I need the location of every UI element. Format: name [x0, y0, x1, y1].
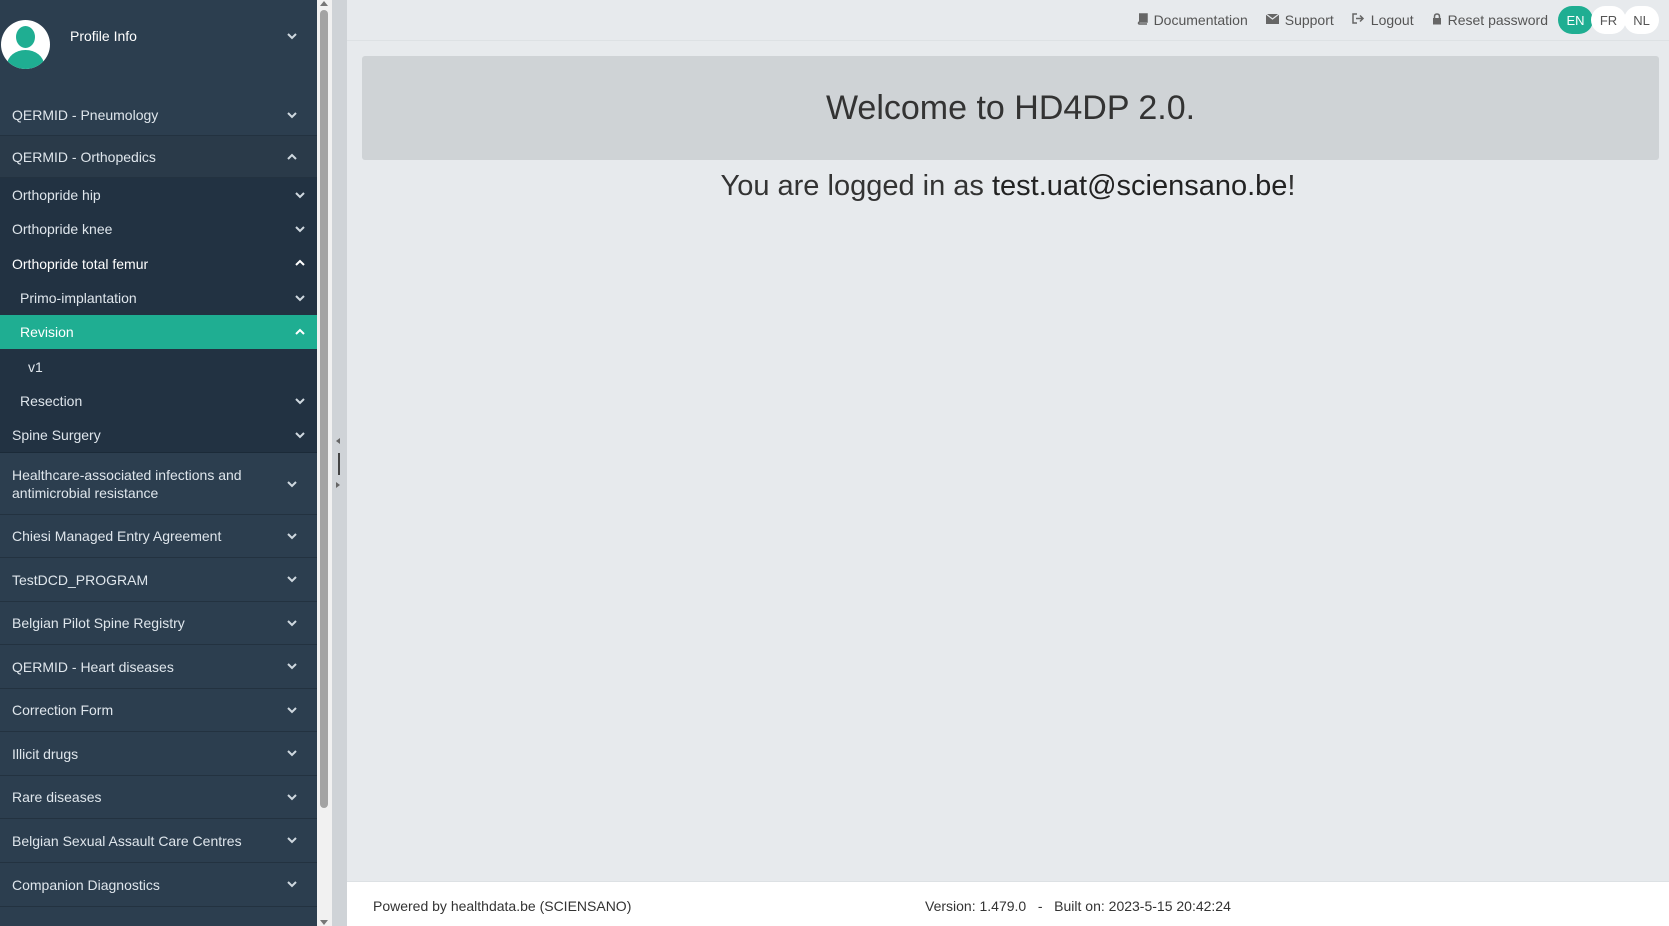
sidebar-item-sexual-assault-care[interactable]: Belgian Sexual Assault Care Centres [0, 819, 317, 863]
reset-password-link[interactable]: Reset password [1432, 12, 1548, 28]
sidebar-item-label: Illicit drugs [12, 745, 79, 762]
chevron-down-icon [287, 618, 297, 628]
welcome-title: Welcome to HD4DP 2.0. [825, 88, 1196, 127]
profile-header[interactable]: Profile Info [0, 0, 317, 94]
sidebar-item-correction-form[interactable]: Correction Form [0, 689, 317, 732]
reset-password-label: Reset password [1447, 12, 1548, 28]
sidebar-item-belgian-pilot-spine[interactable]: Belgian Pilot Spine Registry [0, 602, 317, 645]
sidebar-item-chiesi[interactable]: Chiesi Managed Entry Agreement [0, 515, 317, 558]
sidebar-item-healthcare-infections[interactable]: Healthcare-associated infections and ant… [0, 453, 317, 515]
sidebar-item-label: QERMID - Orthopedics [12, 148, 156, 165]
sidebar-item-label: Primo-implantation [20, 290, 137, 306]
sidebar-item-heart-diseases[interactable]: QERMID - Heart diseases [0, 645, 317, 689]
sidebar-item-label: Rare diseases [12, 789, 102, 805]
logout-label: Logout [1370, 12, 1414, 28]
logged-in-suffix: ! [1287, 170, 1296, 202]
chevron-up-icon [295, 327, 305, 337]
chevron-down-icon [295, 430, 305, 440]
logged-in-message: You are logged in as test.uat@sciensano.… [347, 170, 1669, 203]
welcome-banner: Welcome to HD4DP 2.0. [362, 56, 1659, 160]
lang-nl-button[interactable]: NL [1624, 6, 1659, 34]
chevron-down-icon [295, 396, 305, 406]
support-link[interactable]: Support [1265, 12, 1334, 28]
sidebar-item-pneumology[interactable]: QERMID - Pneumology [0, 94, 317, 136]
sidebar-item-label: QERMID - Pneumology [12, 106, 159, 123]
chevron-down-icon [287, 661, 297, 671]
chevron-down-icon [295, 224, 305, 234]
sidebar-item-label: Belgian Sexual Assault Care Centres [12, 832, 242, 849]
sidebar-item-label: Orthopride knee [12, 221, 113, 237]
sidebar-item-orthopride-hip[interactable]: Orthopride hip [0, 178, 317, 212]
chevron-up-icon [295, 258, 305, 268]
sidebar-item-label: TestDCD_PROGRAM [12, 571, 149, 588]
envelope-icon [1265, 13, 1280, 27]
chevron-down-icon [287, 479, 297, 489]
chevron-down-icon [287, 110, 297, 120]
sidebar-item-label: Belgian Pilot Spine Registry [12, 615, 185, 631]
chevron-down-icon [287, 531, 297, 541]
lock-icon [1432, 12, 1442, 28]
logout-link[interactable]: Logout [1352, 12, 1414, 28]
lang-en-button[interactable]: EN [1558, 6, 1593, 34]
sidebar-item-label: Healthcare-associated infections and ant… [12, 466, 242, 501]
user-email: test.uat@sciensano.be [991, 170, 1288, 202]
sidebar-item-label: Orthopride total femur [12, 255, 149, 272]
avatar [1, 20, 50, 69]
sidebar-item-orthopride-total-femur[interactable]: Orthopride total femur [0, 246, 317, 281]
scroll-up-arrow-icon[interactable] [320, 1, 328, 6]
expand-right-icon [336, 482, 340, 488]
sidebar-item-label: Chiesi Managed Entry Agreement [12, 528, 222, 544]
sidebar-item-label: Correction Form [12, 702, 114, 718]
sign-out-icon [1352, 13, 1365, 27]
sidebar-resize-handle[interactable] [332, 0, 347, 926]
scroll-down-arrow-icon[interactable] [320, 920, 328, 925]
profile-label: Profile Info [70, 28, 137, 44]
language-switcher: EN FR NL [1558, 6, 1659, 34]
sidebar-item-v1[interactable]: v1 [0, 349, 317, 384]
chevron-down-icon [295, 293, 305, 303]
grip-icon [338, 453, 340, 475]
chevron-down-icon [287, 748, 297, 758]
sidebar-item-label: Revision [20, 324, 74, 340]
powered-by: Powered by healthdata.be (SCIENSANO) [373, 898, 632, 914]
top-bar: Documentation Support Logout Reset passw… [347, 0, 1669, 41]
sidebar-item-rare-diseases[interactable]: Rare diseases [0, 776, 317, 819]
collapse-left-icon [336, 438, 340, 444]
sidebar-item-illicit-drugs[interactable]: Illicit drugs [0, 732, 317, 776]
footer: Powered by healthdata.be (SCIENSANO) Ver… [347, 881, 1669, 926]
chevron-down-icon [287, 879, 297, 889]
chevron-down-icon [287, 835, 297, 845]
sidebar-item-label: Orthopride hip [12, 187, 101, 203]
documentation-link[interactable]: Documentation [1137, 12, 1248, 28]
support-label: Support [1284, 12, 1334, 28]
sidebar-item-companion-diagnostics[interactable]: Companion Diagnostics [0, 863, 317, 907]
book-icon [1137, 12, 1148, 28]
chevron-down-icon [287, 705, 297, 715]
sidebar: Profile Info QERMID - Pneumology QERMID … [0, 0, 317, 926]
chevron-down-icon [295, 190, 305, 200]
sidebar-item-label: v1 [28, 358, 43, 375]
sidebar-item-primo-implantation[interactable]: Primo-implantation [0, 281, 317, 315]
chevron-down-icon [287, 31, 297, 41]
sidebar-item-label: Resection [20, 393, 83, 409]
version-info: Version: 1.479.0 - Built on: 2023-5-15 2… [925, 898, 1231, 914]
sidebar-item-testdcd[interactable]: TestDCD_PROGRAM [0, 558, 317, 602]
sidebar-item-resection[interactable]: Resection [0, 384, 317, 418]
lang-fr-button[interactable]: FR [1591, 6, 1626, 34]
sidebar-item-label: Spine Surgery [12, 427, 101, 443]
logged-in-prefix: You are logged in as [720, 170, 992, 202]
sidebar-scrollbar[interactable] [317, 0, 332, 926]
sidebar-item-orthopedics[interactable]: QERMID - Orthopedics [0, 136, 317, 178]
sidebar-item-label: QERMID - Heart diseases [12, 658, 174, 675]
sidebar-item-revision[interactable]: Revision [0, 315, 317, 349]
sidebar-item-orthopride-knee[interactable]: Orthopride knee [0, 212, 317, 246]
scrollbar-thumb[interactable] [320, 10, 328, 808]
sidebar-item-label: Companion Diagnostics [12, 876, 160, 893]
sidebar-item-spine-surgery[interactable]: Spine Surgery [0, 418, 317, 453]
chevron-up-icon [287, 152, 297, 162]
chevron-down-icon [287, 574, 297, 584]
documentation-label: Documentation [1153, 12, 1248, 28]
chevron-down-icon [287, 792, 297, 802]
